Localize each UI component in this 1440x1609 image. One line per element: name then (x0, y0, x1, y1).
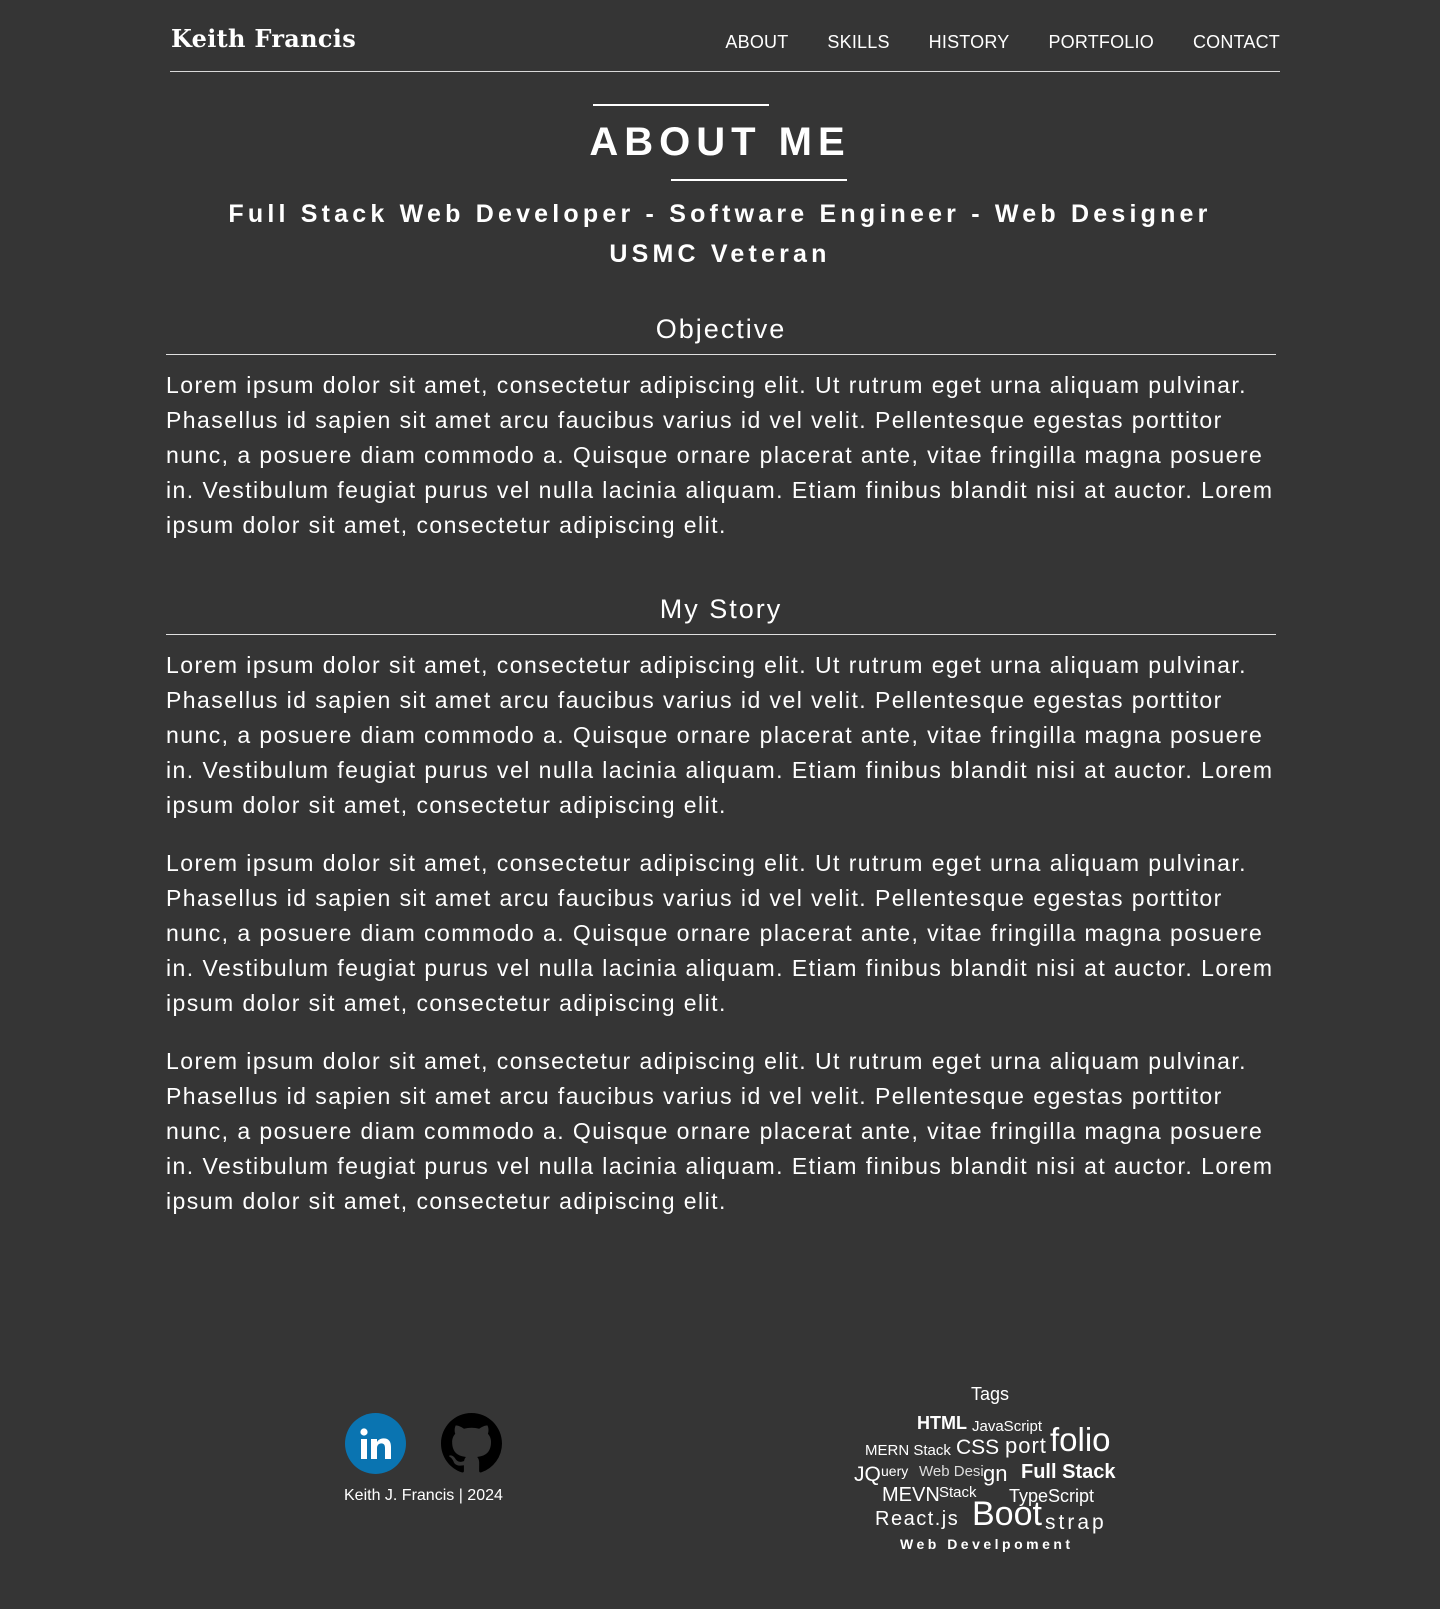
nav-history[interactable]: HISTORY (929, 32, 1010, 53)
nav-links: ABOUT SKILLS HISTORY PORTFOLIO CONTACT (686, 32, 1280, 53)
tag-web-development[interactable]: Web Develpoment (900, 1536, 1074, 1552)
story-paragraph: Lorem ipsum dolor sit amet, consectetur … (166, 652, 1274, 818)
objective-text: Lorem ipsum dolor sit amet, consectetur … (166, 372, 1274, 538)
tag-mevn[interactable]: MEVN (882, 1484, 940, 1507)
nav-about[interactable]: ABOUT (725, 32, 788, 53)
tagline-veteran: USMC Veteran (609, 240, 831, 268)
title-top-divider (593, 104, 769, 106)
tag-bootstrap-suffix[interactable]: strap (1045, 1511, 1107, 1535)
story-divider (166, 634, 1276, 635)
objective-divider (166, 354, 1276, 355)
tag-bootstrap[interactable]: Boot (972, 1495, 1042, 1534)
tag-web-design[interactable]: Web Desi (919, 1463, 984, 1480)
nav-portfolio[interactable]: PORTFOLIO (1048, 32, 1154, 53)
objective-heading: Objective (655, 314, 787, 344)
tag-full-stack[interactable]: Full Stack (1021, 1461, 1115, 1484)
page-title: ABOUT ME (589, 120, 851, 164)
title-bottom-divider (671, 179, 847, 181)
copyright-text: Keith J. Francis | 2024 (344, 1487, 503, 1504)
github-icon[interactable] (441, 1413, 502, 1474)
tagline-roles: Full Stack Web Developer - Software Engi… (228, 200, 1212, 228)
tag-css[interactable]: CSS (956, 1436, 999, 1460)
nav-contact[interactable]: CONTACT (1193, 32, 1280, 53)
story-paragraph: Lorem ipsum dolor sit amet, consectetur … (166, 1048, 1274, 1214)
tag-port[interactable]: port (1005, 1433, 1047, 1459)
tag-web-design-suffix[interactable]: gn (983, 1461, 1007, 1487)
linkedin-glyph (359, 1427, 391, 1459)
brand-logo[interactable]: Keith Francis (171, 24, 356, 53)
tag-mern-stack[interactable]: MERN Stack (865, 1442, 951, 1459)
tag-reactjs[interactable]: React.js (875, 1508, 959, 1531)
navbar: Keith Francis ABOUT SKILLS HISTORY PORTF… (170, 0, 1280, 72)
nav-skills[interactable]: SKILLS (827, 32, 889, 53)
story-heading: My Story (659, 594, 783, 624)
tags-title: Tags (971, 1384, 1010, 1404)
tag-folio[interactable]: folio (1050, 1421, 1111, 1459)
github-glyph (441, 1413, 502, 1473)
tag-jquery-suffix[interactable]: uery (881, 1463, 908, 1479)
tag-mevn-stack[interactable]: Stack (939, 1484, 977, 1501)
tag-html[interactable]: HTML (917, 1413, 967, 1434)
linkedin-icon[interactable] (345, 1413, 406, 1474)
story-paragraph: Lorem ipsum dolor sit amet, consectetur … (166, 850, 1274, 1016)
tag-jquery[interactable]: JQ (854, 1463, 881, 1487)
